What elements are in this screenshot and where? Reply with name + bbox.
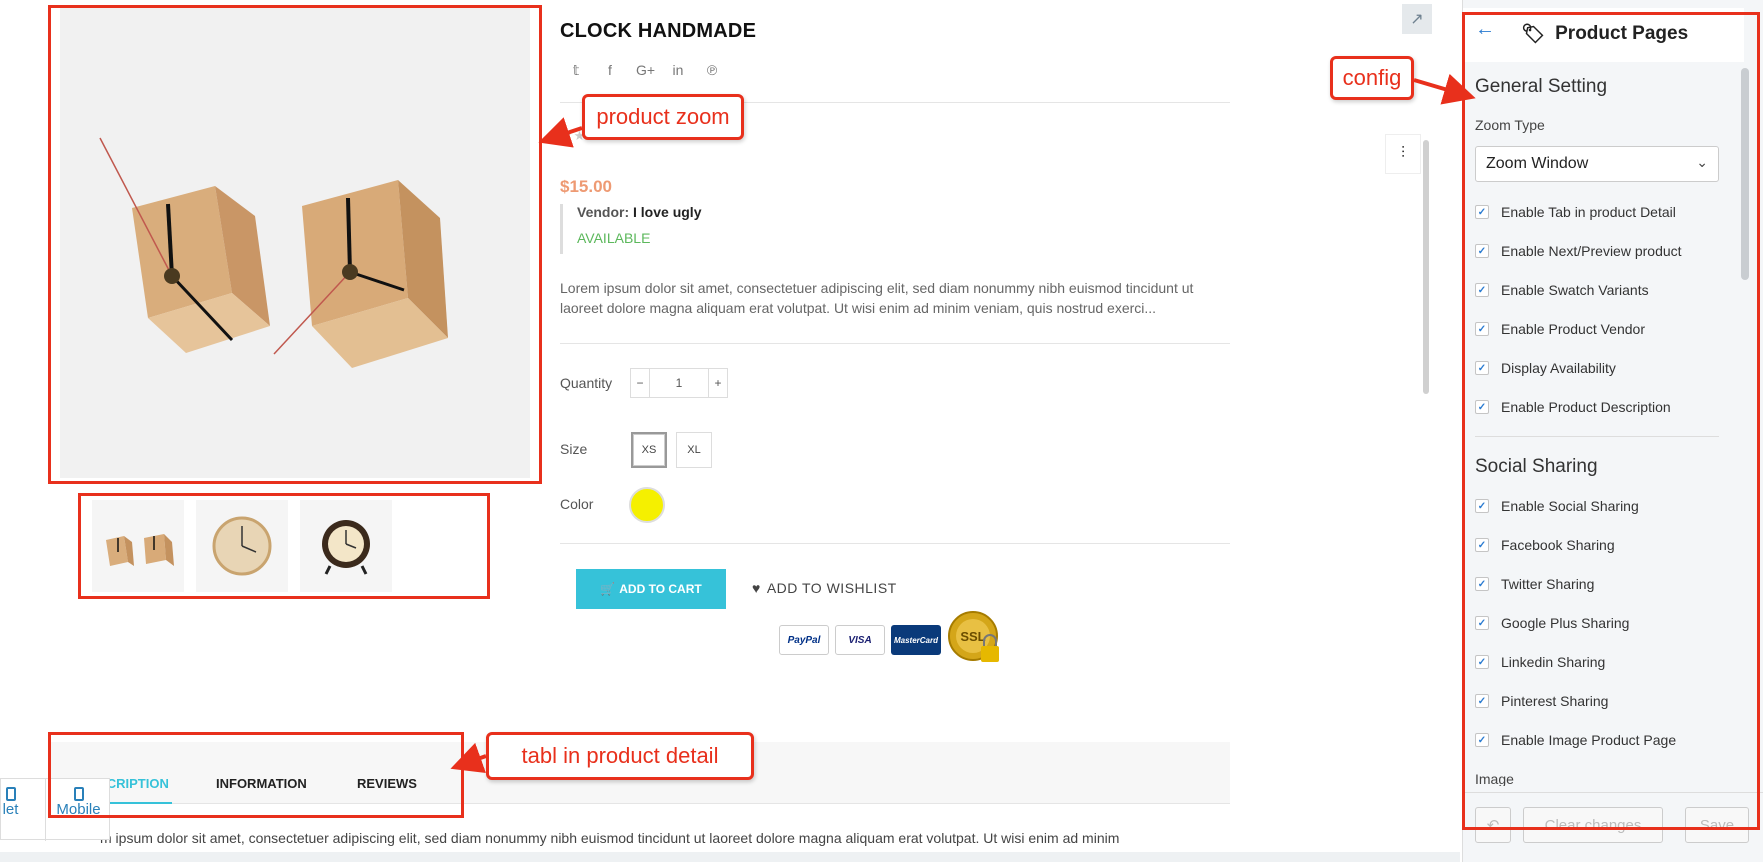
facebook-icon[interactable]: f — [602, 62, 618, 79]
tab-description-content: m ipsum dolor sit amet, consectetuer adi… — [100, 830, 1120, 846]
annotation-box-tabs — [48, 732, 464, 818]
quantity-decrease-button[interactable]: − — [631, 369, 649, 397]
ssl-badge-label: SSL — [960, 629, 985, 644]
quantity-increase-button[interactable]: + — [709, 369, 727, 397]
add-to-wishlist-label: ADD TO WISHLIST — [766, 580, 897, 596]
vendor-line: Vendor: I love ugly — [577, 204, 701, 220]
device-tablet-label: let — [2, 801, 19, 818]
annotation-box-config — [1462, 12, 1760, 830]
product-price: $15.00 — [560, 177, 612, 196]
twitter-icon[interactable]: 𝕥 — [568, 62, 584, 79]
theme-editor-screen: CLOCK HANDMADE 𝕥 f G+ in ℗ ★★★★★ No revi… — [0, 0, 1763, 862]
annotation-box-zoom — [48, 5, 542, 484]
device-tablet-button[interactable]: let — [0, 779, 38, 841]
paypal-badge: PayPal — [779, 625, 829, 655]
divider — [560, 543, 1230, 544]
quantity-label: Quantity — [560, 375, 613, 391]
ssl-badge: SSL — [947, 610, 1003, 670]
annotation-product-zoom: product zoom — [582, 94, 744, 140]
color-swatch-yellow[interactable] — [629, 487, 665, 523]
google-plus-icon[interactable]: G+ — [636, 62, 655, 79]
annotation-box-thumbnails — [78, 493, 490, 599]
ssl-seal-icon: SSL — [948, 611, 999, 662]
preview-scrollbar[interactable] — [1423, 140, 1429, 394]
linkedin-icon[interactable]: in — [670, 62, 686, 79]
availability-status: AVAILABLE — [577, 230, 651, 246]
annotation-config: config — [1330, 56, 1414, 100]
color-label: Color — [560, 496, 594, 512]
vendor-label: Vendor: — [577, 204, 630, 220]
vendor-name[interactable]: I love ugly — [633, 204, 701, 220]
add-to-wishlist-link[interactable]: ♥ ADD TO WISHLIST — [752, 580, 897, 596]
size-label: Size — [560, 441, 588, 457]
annotation-tabs: tabl in product detail — [486, 732, 754, 780]
sliders-icon[interactable]: ⫶ — [1385, 134, 1421, 174]
quantity-input[interactable]: 1 — [649, 369, 709, 397]
add-to-cart-button[interactable]: 🛒 ADD TO CART — [576, 569, 726, 609]
payment-badges: PayPal VISA MasterCard SSL — [779, 610, 1003, 670]
preview-bottom-bar — [0, 852, 1460, 862]
vendor-availability-box: Vendor: I love ugly AVAILABLE — [560, 204, 701, 254]
tablet-icon — [5, 787, 16, 801]
pinterest-icon[interactable]: ℗ — [704, 62, 720, 79]
quantity-stepper: − 1 + — [630, 368, 728, 398]
mastercard-badge: MasterCard — [891, 625, 941, 655]
arrow-to-config — [1413, 73, 1476, 105]
size-option-xl[interactable]: XL — [676, 432, 712, 468]
expand-preview-icon[interactable]: ↗ — [1402, 4, 1432, 34]
heart-icon: ♥ — [752, 580, 761, 596]
size-option-xs[interactable]: XS — [631, 432, 667, 468]
add-to-cart-label: ADD TO CART — [619, 582, 702, 596]
product-short-description: Lorem ipsum dolor sit amet, consectetuer… — [560, 280, 1194, 316]
social-share-icons: 𝕥 f G+ in ℗ — [568, 62, 720, 79]
visa-badge: VISA — [835, 625, 885, 655]
cart-icon: 🛒 — [600, 582, 616, 596]
product-title: CLOCK HANDMADE — [560, 20, 757, 42]
divider — [560, 343, 1230, 344]
